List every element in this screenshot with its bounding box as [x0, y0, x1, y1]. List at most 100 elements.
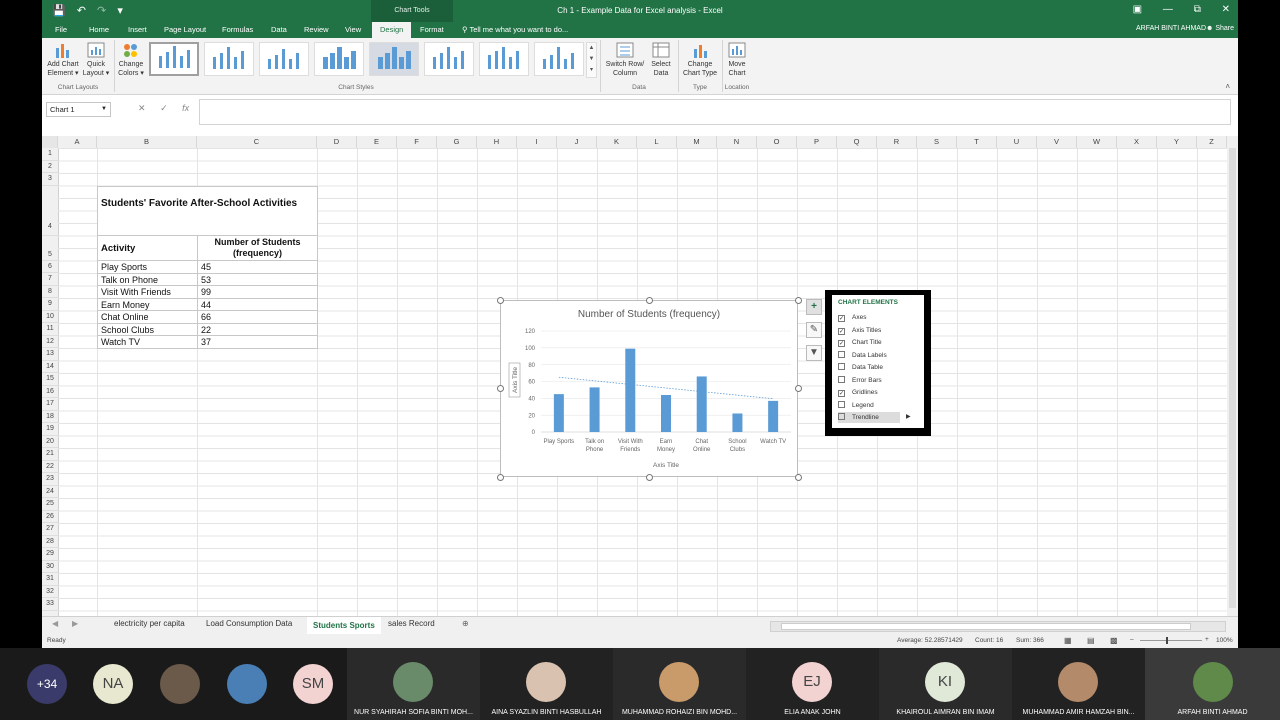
column-header[interactable]: K [597, 136, 637, 148]
row-header[interactable]: 2 [42, 161, 58, 173]
checkbox-checked-icon[interactable]: ✓ [838, 315, 845, 322]
chart-element-axes[interactable]: ✓ Axes [838, 312, 866, 323]
page-layout-view-icon[interactable]: ▤ [1087, 636, 1095, 645]
bar[interactable] [768, 400, 779, 432]
zoom-out-icon[interactable]: – [1130, 636, 1134, 643]
count-cell[interactable]: 99 [197, 285, 318, 299]
column-header[interactable]: M [677, 136, 717, 148]
row-header[interactable]: 18 [42, 411, 58, 423]
column-header[interactable]: V [1037, 136, 1077, 148]
chart-element-trendline[interactable]: Trendline [838, 412, 900, 423]
close-icon[interactable]: ✕ [1222, 4, 1230, 15]
column-header[interactable]: D [317, 136, 357, 148]
column-header[interactable]: Q [837, 136, 877, 148]
column-header[interactable]: W [1077, 136, 1117, 148]
resize-handle[interactable] [646, 297, 653, 304]
column-header[interactable]: I [517, 136, 557, 148]
row-header[interactable]: 7 [42, 273, 58, 286]
row-header[interactable]: 22 [42, 461, 58, 473]
participant-tile[interactable]: MUHAMMAD AMIR HAMZAH BIN... [1012, 648, 1145, 720]
checkbox-checked-icon[interactable]: ✓ [838, 327, 845, 335]
participant-tile[interactable]: NUR SYAHIRAH SOFIA BINTI MOH... [347, 648, 480, 720]
sheet-tab[interactable]: Load Consumption Data [206, 619, 292, 628]
count-cell[interactable]: 45 [197, 260, 318, 274]
participant-tile[interactable]: MUHAMMAD ROHAIZI BIN MOHD... [613, 648, 746, 720]
participant-tile[interactable]: KI KHAIROUL AIMRAN BIN IMAM [879, 648, 1012, 720]
column-header[interactable]: U [997, 136, 1037, 148]
column-header[interactable]: B [97, 136, 197, 148]
sheet-tab[interactable]: sales Record [388, 619, 435, 628]
row-header[interactable]: 30 [42, 561, 58, 573]
activity-cell[interactable]: Watch TV [97, 335, 198, 349]
tab-view[interactable]: View [345, 25, 361, 34]
row-header[interactable]: 20 [42, 436, 58, 448]
prev-sheet-icon[interactable]: ◀ [52, 619, 58, 628]
row-header[interactable]: 4 [42, 186, 58, 236]
checkbox-unchecked-icon[interactable] [838, 350, 845, 358]
row-header[interactable]: 21 [42, 448, 58, 461]
count-cell[interactable]: 53 [197, 272, 318, 286]
resize-handle[interactable] [795, 474, 802, 481]
row-header[interactable]: 16 [42, 386, 58, 398]
normal-view-icon[interactable]: ▦ [1064, 636, 1072, 645]
checkbox-checked-icon[interactable]: ✓ [838, 390, 845, 397]
chart-element-chart-title[interactable]: ✓ Chart Title [838, 337, 882, 348]
count-cell[interactable]: 37 [197, 335, 318, 349]
new-sheet-icon[interactable]: ⊕ [462, 619, 469, 628]
column-header[interactable]: G [437, 136, 477, 148]
tab-data[interactable]: Data [271, 25, 287, 34]
checkbox-unchecked-icon[interactable] [838, 375, 845, 383]
activity-cell[interactable]: Play Sports [97, 260, 198, 274]
column-header[interactable]: R [877, 136, 917, 148]
participant-tile[interactable]: ARFAH BINTI AHMAD [1145, 648, 1280, 720]
bar[interactable] [553, 394, 564, 432]
header-activity-cell[interactable]: Activity [97, 235, 198, 261]
switch-row-column-button[interactable]: Switch Row/ Column [603, 42, 647, 78]
participant-avatar[interactable]: NA [93, 664, 133, 704]
row-header[interactable]: 10 [42, 311, 58, 323]
chart-style-1[interactable] [149, 42, 199, 76]
row-header[interactable]: 3 [42, 173, 58, 186]
select-data-button[interactable]: Select Data [648, 42, 674, 78]
tab-file[interactable]: File [55, 25, 67, 34]
horizontal-scrollbar-thumb[interactable] [781, 623, 1191, 630]
tab-page-layout[interactable]: Page Layout [164, 25, 206, 34]
chart-style-5[interactable] [369, 42, 419, 76]
y-axis-title[interactable]: Axis Title [512, 367, 519, 393]
minimize-icon[interactable]: — [1163, 4, 1173, 15]
add-chart-element-button[interactable]: Add Chart Element ▾ [45, 42, 81, 78]
share-button[interactable]: ☻ Share [1206, 25, 1234, 32]
chart-title[interactable]: Number of Students (frequency) [578, 309, 720, 320]
row-header[interactable]: 29 [42, 548, 58, 561]
row-header[interactable]: 9 [42, 298, 58, 311]
more-participants-avatar[interactable]: +34 [27, 664, 67, 704]
page-break-view-icon[interactable]: ▩ [1110, 636, 1118, 645]
activity-cell[interactable]: Talk on Phone [97, 272, 198, 286]
row-header[interactable]: 25 [42, 498, 58, 511]
formula-input[interactable] [199, 99, 1231, 125]
row-header[interactable]: 12 [42, 336, 58, 348]
column-header[interactable]: A [58, 136, 97, 148]
bar[interactable] [625, 348, 636, 432]
zoom-slider-thumb[interactable] [1166, 637, 1168, 644]
next-sheet-icon[interactable]: ▶ [72, 619, 78, 628]
user-name[interactable]: ARFAH BINTI AHMAD [1136, 25, 1206, 32]
chart-element-axis-titles[interactable]: ✓ Axis Titles [838, 325, 881, 336]
row-header[interactable]: 14 [42, 361, 58, 373]
column-header[interactable]: P [797, 136, 837, 148]
activity-cell[interactable]: Earn Money [97, 297, 198, 311]
column-header[interactable]: Z [1197, 136, 1227, 148]
tab-review[interactable]: Review [304, 25, 329, 34]
select-all-corner[interactable] [42, 136, 58, 148]
count-cell[interactable]: 22 [197, 322, 318, 336]
chart-element-legend[interactable]: Legend [838, 400, 874, 411]
row-header[interactable]: 28 [42, 536, 58, 548]
column-header[interactable]: H [477, 136, 517, 148]
resize-handle[interactable] [497, 297, 504, 304]
bar[interactable] [661, 394, 671, 432]
chart-style-2[interactable] [204, 42, 254, 76]
tab-formulas[interactable]: Formulas [222, 25, 253, 34]
row-header[interactable]: 27 [42, 523, 58, 536]
chart-element-data-table[interactable]: Data Table [838, 362, 883, 373]
row-header[interactable]: 19 [42, 423, 58, 436]
